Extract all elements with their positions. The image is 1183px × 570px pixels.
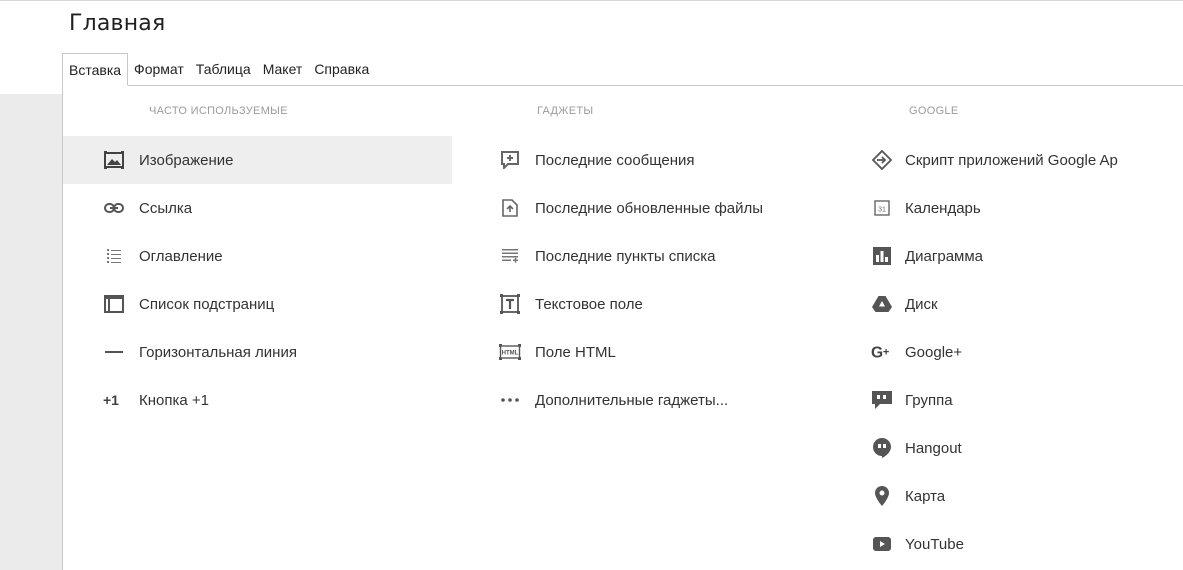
menu-insert[interactable]: Вставка: [62, 53, 129, 86]
page-title: Главная: [69, 11, 166, 36]
menu-item-toc[interactable]: Оглавление: [63, 232, 452, 280]
menu-table[interactable]: Таблица: [190, 53, 257, 85]
menu-item-label: Кнопка +1: [139, 391, 209, 409]
menu-item-label: Список подстраниц: [139, 295, 275, 313]
html-box-icon: HTML: [499, 341, 521, 363]
menu-item-link[interactable]: Ссылка: [63, 184, 452, 232]
svg-text:+1: +1: [103, 393, 119, 407]
menu-item-label: Оглавление: [139, 247, 223, 265]
column-header: ГАДЖЕТЫ: [537, 105, 594, 117]
menu-item-plus-one-button[interactable]: +1 Кнопка +1: [63, 376, 452, 424]
horizontal-line-icon: [103, 341, 125, 363]
menu-item-calendar[interactable]: 31 Календарь: [863, 184, 1183, 232]
menu-item-label: Диаграмма: [905, 247, 984, 265]
menu-item-label: Последние обновленные файлы: [535, 199, 764, 217]
menu-help[interactable]: Справка: [308, 53, 375, 85]
calendar-icon: 31: [871, 197, 893, 219]
menu-item-label: Изображение: [139, 151, 234, 169]
menu-item-label: Поле HTML: [535, 343, 616, 361]
more-dots-icon: [499, 389, 521, 411]
youtube-icon: [871, 533, 893, 555]
menu-item-apps-script[interactable]: Скрипт приложений Google Ap: [863, 136, 1183, 184]
menu-item-label: Последние сообщения: [535, 151, 695, 169]
image-icon: [103, 149, 125, 171]
menu-item-label: Календарь: [905, 199, 981, 217]
menu-item-label: Hangout: [905, 439, 962, 457]
subpages-icon: [103, 293, 125, 315]
menu-item-label: Текстовое поле: [535, 295, 643, 313]
hangouts-icon: [871, 437, 893, 459]
recent-posts-icon: [499, 149, 521, 171]
menu-item-label: Дополнительные гаджеты...: [535, 391, 729, 409]
menu-item-recent-files[interactable]: Последние обновленные файлы: [491, 184, 871, 232]
menu-item-map[interactable]: Карта: [863, 472, 1183, 520]
google-plus-icon: G +: [871, 341, 893, 363]
column-header: ЧАСТО ИСПОЛЬЗУЕМЫЕ: [149, 105, 288, 117]
menu-item-image[interactable]: Изображение: [63, 136, 452, 184]
svg-text:+: +: [883, 347, 889, 359]
menu-item-horizontal-line[interactable]: Горизонтальная линия: [63, 328, 452, 376]
menu-item-youtube[interactable]: YouTube: [863, 520, 1183, 568]
menu-item-more-gadgets[interactable]: Дополнительные гаджеты...: [491, 376, 871, 424]
drive-icon: [871, 293, 893, 315]
left-sidebar-background: [0, 94, 62, 570]
column-header: GOOGLE: [909, 105, 959, 117]
link-icon: [103, 197, 125, 219]
menu-item-chart[interactable]: Диаграмма: [863, 232, 1183, 280]
svg-text:HTML: HTML: [502, 351, 519, 357]
menu-item-label: Группа: [905, 391, 953, 409]
menu-format[interactable]: Формат: [128, 53, 190, 85]
plus-one-icon: +1: [103, 389, 125, 411]
menu-item-label: Последние пункты списка: [535, 247, 716, 265]
text-box-icon: [499, 293, 521, 315]
menu-item-drive[interactable]: Диск: [863, 280, 1183, 328]
menu-item-label: Скрипт приложений Google Ap: [905, 151, 1118, 169]
column-google: GOOGLE Скрипт приложений Google Ap 31 Ка…: [863, 86, 1183, 568]
menu-item-text-box[interactable]: Текстовое поле: [491, 280, 871, 328]
groups-icon: [871, 389, 893, 411]
menu-layout[interactable]: Макет: [257, 53, 309, 85]
column-gadgets: ГАДЖЕТЫ Последние сообщения Последние об…: [491, 86, 871, 424]
menu-item-label: Горизонтальная линия: [139, 343, 297, 361]
chart-icon: [871, 245, 893, 267]
map-pin-icon: [871, 485, 893, 507]
menu-item-label: Диск: [905, 295, 938, 313]
menu-item-label: Ссылка: [139, 199, 193, 217]
menu-item-recent-posts[interactable]: Последние сообщения: [491, 136, 871, 184]
menubar: Вставка Формат Таблица Макет Справка: [62, 53, 1183, 86]
apps-script-icon: [871, 149, 893, 171]
svg-text:31: 31: [878, 207, 886, 214]
menu-item-html-box[interactable]: HTML Поле HTML: [491, 328, 871, 376]
recent-list-items-icon: [499, 245, 521, 267]
menu-item-groups[interactable]: Группа: [863, 376, 1183, 424]
insert-dropdown: ЧАСТО ИСПОЛЬЗУЕМЫЕ Изображение Ссылка Ог…: [62, 86, 1183, 570]
menu-item-label: Google+: [905, 343, 963, 361]
menu-item-hangout[interactable]: Hangout: [863, 424, 1183, 472]
recent-files-icon: [499, 197, 521, 219]
column-frequently-used: ЧАСТО ИСПОЛЬЗУЕМЫЕ Изображение Ссылка Ог…: [63, 86, 452, 424]
top-border: [0, 0, 1183, 1]
menu-item-label: Карта: [905, 487, 946, 505]
table-of-contents-icon: [103, 245, 125, 267]
menu-item-recent-list-items[interactable]: Последние пункты списка: [491, 232, 871, 280]
svg-text:G: G: [871, 345, 883, 362]
menu-item-label: YouTube: [905, 535, 964, 553]
menu-item-subpages[interactable]: Список подстраниц: [63, 280, 452, 328]
menu-item-google-plus[interactable]: G + Google+: [863, 328, 1183, 376]
